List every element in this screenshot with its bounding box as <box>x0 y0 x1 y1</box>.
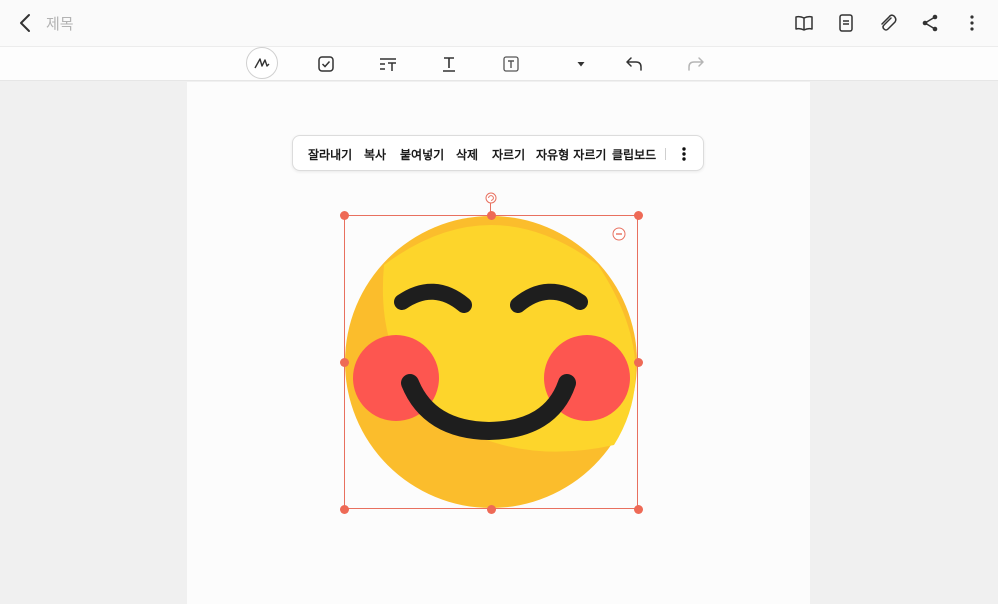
undo-icon[interactable] <box>620 52 648 76</box>
text-style-icon[interactable] <box>374 52 402 76</box>
resize-handle-top-left[interactable] <box>340 211 349 220</box>
resize-handle-left[interactable] <box>340 358 349 367</box>
freeform-crop-menu-item[interactable]: 자유형 자르기 <box>536 146 606 163</box>
copy-menu-item[interactable]: 복사 <box>364 146 386 163</box>
note-list-icon[interactable] <box>834 11 858 35</box>
resize-handle-top[interactable] <box>487 211 496 220</box>
share-icon[interactable] <box>918 11 942 35</box>
clipboard-menu-item[interactable]: 클립보드 <box>612 146 656 163</box>
back-icon[interactable] <box>14 11 38 35</box>
rotate-icon[interactable] <box>485 189 497 204</box>
cut-menu-item[interactable]: 잘라내기 <box>308 146 352 163</box>
dropdown-arrow-icon[interactable] <box>567 52 595 76</box>
resize-handle-top-right[interactable] <box>634 211 643 220</box>
remove-icon[interactable] <box>612 226 626 241</box>
text-icon[interactable] <box>435 52 463 76</box>
redo-icon[interactable] <box>682 52 710 76</box>
resize-handle-bottom-left[interactable] <box>340 505 349 514</box>
crop-menu-item[interactable]: 자르기 <box>492 146 525 163</box>
resize-handle-bottom[interactable] <box>487 505 496 514</box>
app-header: 제목 <box>0 0 998 46</box>
context-menu: 잘라내기 복사 붙여넣기 삭제 자르기 자유형 자르기 클립보드 <box>292 135 704 171</box>
more-vert-icon[interactable] <box>960 11 984 35</box>
more-vert-icon[interactable] <box>675 144 693 164</box>
checkbox-icon[interactable] <box>312 52 340 76</box>
paste-menu-item[interactable]: 붙여넣기 <box>400 146 444 163</box>
attach-icon[interactable] <box>876 11 900 35</box>
note-title[interactable]: 제목 <box>46 13 74 34</box>
selection-frame <box>344 215 638 509</box>
pen-icon[interactable] <box>246 47 278 79</box>
resize-handle-bottom-right[interactable] <box>634 505 643 514</box>
textbox-icon[interactable] <box>497 52 525 76</box>
resize-handle-right[interactable] <box>634 358 643 367</box>
book-icon[interactable] <box>792 11 816 35</box>
menu-divider <box>665 148 666 160</box>
delete-menu-item[interactable]: 삭제 <box>456 146 478 163</box>
